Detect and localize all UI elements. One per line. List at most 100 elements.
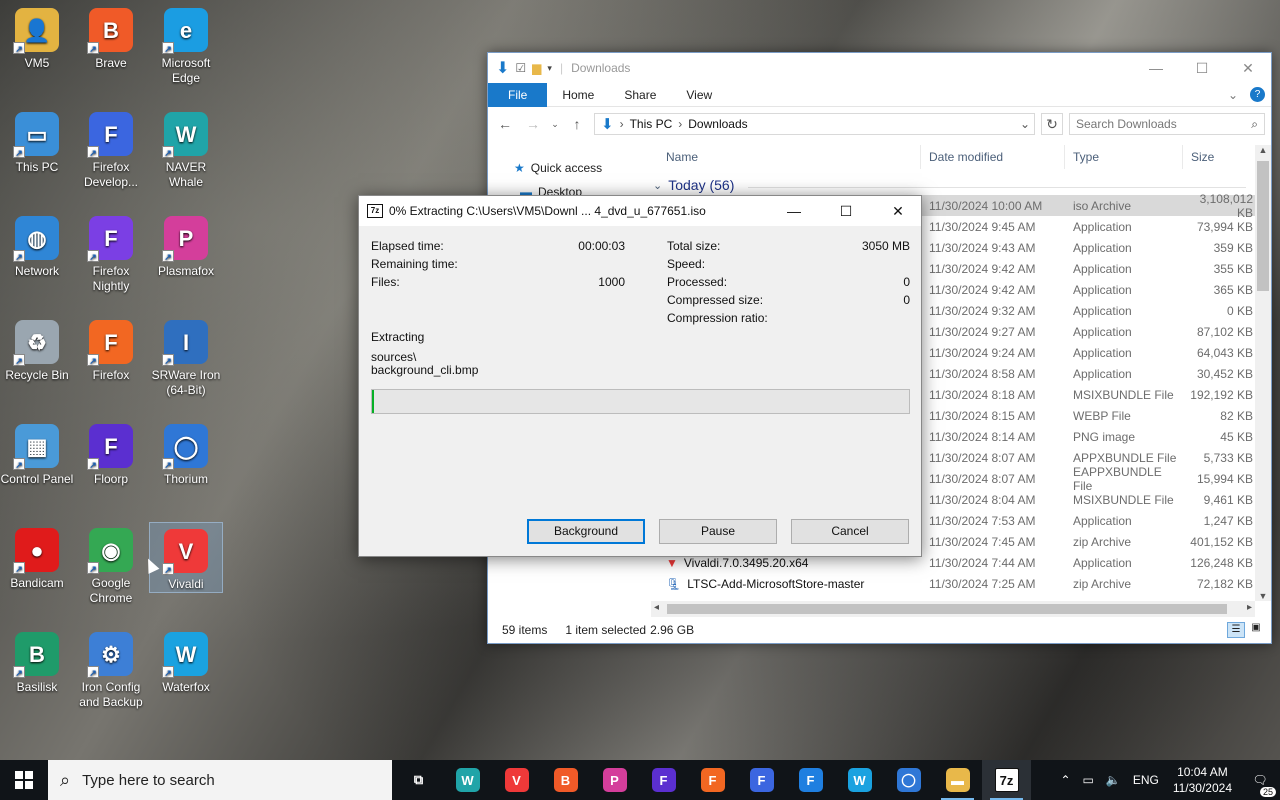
desktop-icon-control-panel[interactable]: ▦ ↗ Control Panel — [0, 418, 74, 487]
scroll-down-icon[interactable]: ▼ — [1255, 591, 1271, 601]
column-size[interactable]: Size — [1183, 145, 1255, 169]
scroll-left-icon[interactable]: ◂ — [654, 602, 659, 613]
vertical-scrollbar[interactable]: ▲ ▼ — [1255, 145, 1271, 601]
properties-icon[interactable]: ☑ — [515, 61, 526, 75]
taskbar-file-explorer-button[interactable]: ▬ — [933, 760, 982, 800]
compression-ratio: Compression ratio: — [667, 311, 768, 325]
desktop-icon-bandicam[interactable]: ● ↗ Bandicam — [0, 522, 74, 591]
input-language[interactable]: ENG — [1127, 773, 1165, 787]
desktop-icon-thorium[interactable]: ◯ ↗ Thorium — [149, 418, 223, 487]
column-name[interactable]: Name — [658, 145, 921, 169]
desktop-icon-basilisk[interactable]: B ↗ Basilisk — [0, 626, 74, 695]
file-type: Application — [1065, 367, 1183, 381]
new-folder-icon[interactable]: ▆ — [532, 61, 541, 75]
search-downloads-input[interactable]: Search Downloads ⌕ — [1069, 113, 1265, 135]
scroll-up-icon[interactable]: ▲ — [1255, 145, 1271, 155]
dialog-maximize-button[interactable]: ☐ — [823, 196, 869, 226]
desktop-icon-network[interactable]: ◍ ↗ Network — [0, 210, 74, 279]
desktop-icon-firefox-nightly[interactable]: F ↗ Firefox Nightly — [74, 210, 148, 294]
desktop-icon-vm5[interactable]: 👤 ↗ VM5 — [0, 2, 74, 71]
taskbar-floorp-button[interactable]: F — [639, 760, 688, 800]
close-button[interactable]: ✕ — [1225, 53, 1271, 83]
recent-locations-icon[interactable]: ⌄ — [550, 119, 560, 130]
taskbar-firefox-dev-button[interactable]: F — [737, 760, 786, 800]
desktop-icon-this-pc[interactable]: ▭ ↗ This PC — [0, 106, 74, 175]
address-bar[interactable]: ⬇ › This PC › Downloads ⌄ — [594, 113, 1035, 135]
background-button[interactable]: Background — [527, 519, 645, 544]
desktop-icon-vivaldi[interactable]: V ↗ Vivaldi — [149, 522, 223, 593]
vertical-scroll-thumb[interactable] — [1257, 161, 1269, 291]
horizontal-scrollbar[interactable]: ◂ ▸ — [651, 601, 1255, 617]
up-button[interactable]: ↑ — [566, 116, 588, 132]
show-hidden-icons-icon[interactable]: ⌃ — [1054, 773, 1076, 787]
start-button[interactable] — [0, 760, 48, 800]
desktop-icon-iron-config-and-backup[interactable]: ⚙ ↗ Iron Config and Backup — [74, 626, 148, 710]
taskbar-brave-button[interactable]: B — [541, 760, 590, 800]
expand-ribbon-icon[interactable]: ⌄ — [1228, 88, 1238, 102]
taskbar-task-view-button[interactable]: ⧉ — [394, 760, 443, 800]
maximize-button[interactable]: ☐ — [1179, 53, 1225, 83]
tab-share[interactable]: Share — [609, 83, 671, 107]
large-icons-view-icon[interactable]: ▣ — [1247, 622, 1265, 638]
taskbar-firefox-nightly-button[interactable]: F — [786, 760, 835, 800]
desktop-icon-firefox[interactable]: F ↗ Firefox — [74, 314, 148, 383]
taskbar-vivaldi-button[interactable]: V — [492, 760, 541, 800]
tab-file[interactable]: File — [488, 82, 548, 107]
file-row[interactable]: 🗜 LTSC-Add-MicrosoftStore-master 11/30/202… — [658, 573, 1255, 594]
tab-home[interactable]: Home — [547, 83, 609, 107]
explorer-titlebar[interactable]: ⬇ ☑ ▆ ▾ | Downloads — ☐ ✕ — [488, 53, 1271, 83]
taskbar-thorium-button[interactable]: ◯ — [884, 760, 933, 800]
desktop-icon-brave[interactable]: B ↗ Brave — [74, 2, 148, 71]
cancel-button[interactable]: Cancel — [791, 519, 909, 544]
extraction-progress-dialog[interactable]: 7z 0% Extracting C:\Users\VM5\Downl ... … — [358, 195, 922, 557]
group-header-today[interactable]: ⌄ Today (56) — [653, 177, 734, 193]
action-center-button[interactable]: 🗨 25 — [1240, 773, 1280, 797]
taskbar-plasmafox-button[interactable]: P — [590, 760, 639, 800]
dialog-close-button[interactable]: ✕ — [875, 196, 921, 226]
desktop-icon-naver-whale[interactable]: W ↗ NAVER Whale — [149, 106, 223, 190]
firefox-nightly-icon: F ↗ — [87, 216, 133, 262]
dialog-minimize-button[interactable]: — — [771, 196, 817, 226]
taskbar-whale-button[interactable]: W — [443, 760, 492, 800]
tab-view[interactable]: View — [671, 83, 727, 107]
nav-quick-access[interactable]: ★ Quick access — [514, 161, 602, 175]
taskbar-7zip-button[interactable]: 7z — [982, 760, 1031, 800]
dialog-titlebar[interactable]: 7z 0% Extracting C:\Users\VM5\Downl ... … — [359, 196, 921, 226]
volume-icon[interactable]: 🔈 — [1100, 773, 1127, 787]
clock[interactable]: 10:04 AM 11/30/2024 — [1165, 764, 1240, 796]
breadcrumb-downloads[interactable]: Downloads — [688, 117, 747, 131]
file-date-modified-text: 11/30/2024 9:24 AM — [929, 345, 1036, 360]
desktop-icon-label: Recycle Bin — [5, 368, 69, 382]
desktop-icon-floorp[interactable]: F ↗ Floorp — [74, 418, 148, 487]
back-button[interactable]: ← — [494, 116, 516, 132]
file-type: PNG image — [1065, 430, 1183, 444]
desktop-icon-microsoft-edge[interactable]: e ↗ Microsoft Edge — [149, 2, 223, 86]
pause-button[interactable]: Pause — [659, 519, 777, 544]
desktop-icon-recycle-bin[interactable]: ♻ ↗ Recycle Bin — [0, 314, 74, 383]
minimize-button[interactable]: — — [1133, 53, 1179, 83]
horizontal-scroll-thumb[interactable] — [667, 604, 1227, 614]
taskbar-firefox-button[interactable]: F — [688, 760, 737, 800]
details-view-icon[interactable]: ☰ — [1227, 622, 1245, 638]
address-dropdown-icon[interactable]: ⌄ — [1020, 117, 1034, 131]
desktop-icon-firefox-develop[interactable]: F ↗ Firefox Develop... — [74, 106, 148, 190]
customize-quick-access-icon[interactable]: ▾ — [547, 63, 552, 74]
desktop-icon-google-chrome[interactable]: ◉ ↗ Google Chrome — [74, 522, 148, 606]
scroll-right-icon[interactable]: ▸ — [1247, 602, 1252, 613]
taskbar-search-box[interactable]: ⌕ Type here to search — [48, 760, 392, 800]
column-date-modified[interactable]: Date modified — [921, 145, 1065, 169]
forward-button[interactable]: → — [522, 116, 544, 132]
shortcut-arrow-icon: ↗ — [162, 42, 174, 54]
desktop-icon-plasmafox[interactable]: P ↗ Plasmafox — [149, 210, 223, 279]
taskbar-waterfox-button[interactable]: W — [835, 760, 884, 800]
breadcrumb-this-pc[interactable]: This PC — [630, 117, 673, 131]
refresh-button[interactable]: ↻ — [1041, 113, 1063, 135]
column-type[interactable]: Type — [1065, 145, 1183, 169]
shortcut-arrow-icon: ↗ — [87, 562, 99, 574]
desktop-icon-label: Thorium — [163, 472, 208, 486]
file-date-modified-text: 11/30/2024 7:25 AM — [929, 576, 1036, 591]
desktop-icon-srware-iron-64-bit[interactable]: I ↗ SRWare Iron (64-Bit) — [149, 314, 223, 398]
desktop-icon-waterfox[interactable]: W ↗ Waterfox — [149, 626, 223, 695]
help-icon[interactable]: ? — [1250, 87, 1265, 102]
network-icon[interactable]: ▭ — [1077, 773, 1100, 787]
